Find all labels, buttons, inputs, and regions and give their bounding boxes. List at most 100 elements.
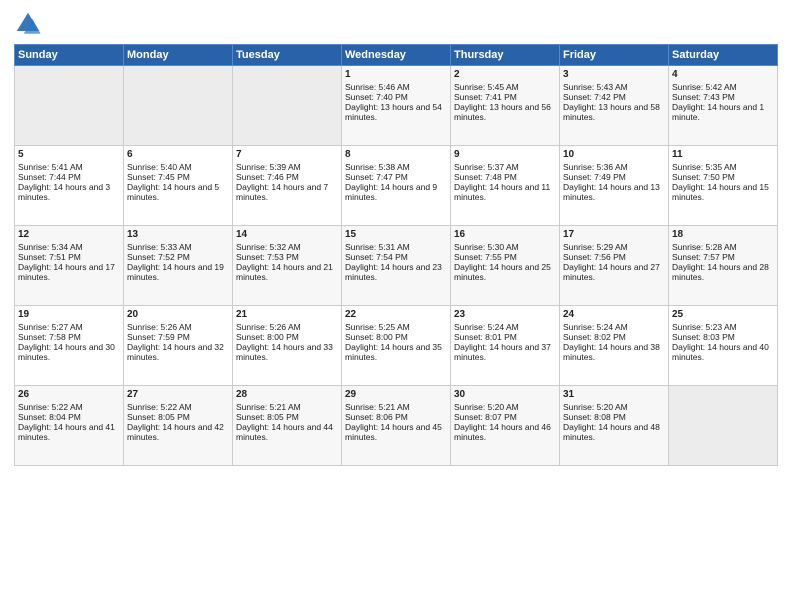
sunrise-text: Sunrise: 5:23 AM [672, 322, 774, 332]
week-row-5: 26Sunrise: 5:22 AMSunset: 8:04 PMDayligh… [15, 386, 778, 466]
day-cell: 14Sunrise: 5:32 AMSunset: 7:53 PMDayligh… [233, 226, 342, 306]
daylight-text: Daylight: 14 hours and 13 minutes. [563, 182, 665, 202]
day-number: 16 [454, 229, 556, 240]
sunset-text: Sunset: 7:50 PM [672, 172, 774, 182]
day-cell: 28 Sunrise: 5:21 AMSunset: 8:05 PMDayligh… [233, 386, 342, 466]
day-number: 28 [236, 389, 338, 400]
day-cell [124, 66, 233, 146]
daylight-text: Daylight: 13 hours and 54 minutes. [345, 102, 447, 122]
day-cell: 15Sunrise: 5:31 AMSunset: 7:54 PMDayligh… [342, 226, 451, 306]
calendar-page: SundayMondayTuesdayWednesdayThursdayFrid… [0, 0, 792, 612]
day-cell: 16Sunrise: 5:30 AMSunset: 7:55 PMDayligh… [451, 226, 560, 306]
day-number: 13 [127, 229, 229, 240]
sunset-text: Sunset: 8:05 PM [236, 412, 338, 422]
sunrise-text: Sunrise: 5:37 AM [454, 162, 556, 172]
sunset-text: Sunset: 8:00 PM [345, 332, 447, 342]
sunset-text: Sunset: 7:42 PM [563, 92, 665, 102]
daylight-text: Daylight: 14 hours and 25 minutes. [454, 262, 556, 282]
day-cell: 1Sunrise: 5:46 AMSunset: 7:40 PMDaylight… [342, 66, 451, 146]
sunset-text: Sunset: 8:06 PM [345, 412, 447, 422]
day-cell: 7Sunrise: 5:39 AMSunset: 7:46 PMDaylight… [233, 146, 342, 226]
day-number: 4 [672, 69, 774, 80]
day-cell: 11Sunrise: 5:35 AMSunset: 7:50 PMDayligh… [669, 146, 778, 226]
sunset-text: Sunset: 7:47 PM [345, 172, 447, 182]
sunrise-text: Sunrise: 5:24 AM [454, 322, 556, 332]
week-row-3: 12Sunrise: 5:34 AMSunset: 7:51 PMDayligh… [15, 226, 778, 306]
sunrise-text: Sunrise: 5:21 AM [236, 402, 338, 412]
sunrise-text: Sunrise: 5:28 AM [672, 242, 774, 252]
day-number: 2 [454, 69, 556, 80]
sunset-text: Sunset: 7:44 PM [18, 172, 120, 182]
sunrise-text: Sunrise: 5:29 AM [563, 242, 665, 252]
daylight-text: Daylight: 14 hours and 30 minutes. [18, 342, 120, 362]
day-cell: 5Sunrise: 5:41 AMSunset: 7:44 PMDaylight… [15, 146, 124, 226]
calendar-header: SundayMondayTuesdayWednesdayThursdayFrid… [15, 45, 778, 66]
day-number: 21 [236, 309, 338, 320]
sunset-text: Sunset: 8:01 PM [454, 332, 556, 342]
daylight-text: Daylight: 14 hours and 33 minutes. [236, 342, 338, 362]
day-cell: 6Sunrise: 5:40 AMSunset: 7:45 PMDaylight… [124, 146, 233, 226]
day-number: 12 [18, 229, 120, 240]
sunset-text: Sunset: 7:54 PM [345, 252, 447, 262]
sunset-text: Sunset: 7:53 PM [236, 252, 338, 262]
sunrise-text: Sunrise: 5:35 AM [672, 162, 774, 172]
day-number: 29 [345, 389, 447, 400]
day-cell: 10 Sunrise: 5:36 AMSunset: 7:49 PMDayligh… [560, 146, 669, 226]
day-cell: 2Sunrise: 5:45 AMSunset: 7:41 PMDaylight… [451, 66, 560, 146]
daylight-text: Daylight: 14 hours and 46 minutes. [454, 422, 556, 442]
header-cell-friday: Friday [560, 45, 669, 66]
sunset-text: Sunset: 7:46 PM [236, 172, 338, 182]
day-cell [15, 66, 124, 146]
daylight-text: Daylight: 14 hours and 38 minutes. [563, 342, 665, 362]
sunset-text: Sunset: 7:56 PM [563, 252, 665, 262]
daylight-text: Daylight: 14 hours and 5 minutes. [127, 182, 229, 202]
daylight-text: Daylight: 14 hours and 32 minutes. [127, 342, 229, 362]
sunrise-text: Sunrise: 5:36 AM [563, 162, 665, 172]
day-number: 31 [563, 389, 665, 400]
sunrise-text: Sunrise: 5:31 AM [345, 242, 447, 252]
header-cell-tuesday: Tuesday [233, 45, 342, 66]
day-cell: 30Sunrise: 5:20 AMSunset: 8:07 PMDayligh… [451, 386, 560, 466]
sunrise-text: Sunrise: 5:30 AM [454, 242, 556, 252]
sunset-text: Sunset: 7:58 PM [18, 332, 120, 342]
day-number: 17 [563, 229, 665, 240]
sunrise-text: Sunrise: 5:27 AM [18, 322, 120, 332]
day-cell: 31Sunrise: 5:20 AMSunset: 8:08 PMDayligh… [560, 386, 669, 466]
day-number: 3 [563, 69, 665, 80]
daylight-text: Daylight: 14 hours and 19 minutes. [127, 262, 229, 282]
daylight-text: Daylight: 14 hours and 44 minutes. [236, 422, 338, 442]
header-cell-saturday: Saturday [669, 45, 778, 66]
daylight-text: Daylight: 14 hours and 17 minutes. [18, 262, 120, 282]
daylight-text: Daylight: 14 hours and 3 minutes. [18, 182, 120, 202]
sunset-text: Sunset: 8:02 PM [563, 332, 665, 342]
day-cell: 29Sunrise: 5:21 AMSunset: 8:06 PMDayligh… [342, 386, 451, 466]
daylight-text: Daylight: 13 hours and 58 minutes. [563, 102, 665, 122]
day-number: 10 [563, 149, 665, 160]
sunrise-text: Sunrise: 5:26 AM [236, 322, 338, 332]
sunset-text: Sunset: 8:04 PM [18, 412, 120, 422]
day-number: 14 [236, 229, 338, 240]
day-number: 6 [127, 149, 229, 160]
header-cell-wednesday: Wednesday [342, 45, 451, 66]
sunset-text: Sunset: 8:05 PM [127, 412, 229, 422]
day-cell: 9Sunrise: 5:37 AMSunset: 7:48 PMDaylight… [451, 146, 560, 226]
day-cell: 24Sunrise: 5:24 AMSunset: 8:02 PMDayligh… [560, 306, 669, 386]
sunset-text: Sunset: 7:57 PM [672, 252, 774, 262]
day-cell: 13Sunrise: 5:33 AMSunset: 7:52 PMDayligh… [124, 226, 233, 306]
day-cell: 18Sunrise: 5:28 AMSunset: 7:57 PMDayligh… [669, 226, 778, 306]
daylight-text: Daylight: 14 hours and 15 minutes. [672, 182, 774, 202]
sunset-text: Sunset: 7:43 PM [672, 92, 774, 102]
daylight-text: Daylight: 14 hours and 11 minutes. [454, 182, 556, 202]
day-cell: 27Sunrise: 5:22 AMSunset: 8:05 PMDayligh… [124, 386, 233, 466]
day-number: 18 [672, 229, 774, 240]
week-row-2: 5Sunrise: 5:41 AMSunset: 7:44 PMDaylight… [15, 146, 778, 226]
daylight-text: Daylight: 14 hours and 21 minutes. [236, 262, 338, 282]
header-cell-sunday: Sunday [15, 45, 124, 66]
sunrise-text: Sunrise: 5:25 AM [345, 322, 447, 332]
daylight-text: Daylight: 14 hours and 48 minutes. [563, 422, 665, 442]
sunrise-text: Sunrise: 5:38 AM [345, 162, 447, 172]
day-number: 25 [672, 309, 774, 320]
calendar-body: 1Sunrise: 5:46 AMSunset: 7:40 PMDaylight… [15, 66, 778, 466]
sunset-text: Sunset: 7:49 PM [563, 172, 665, 182]
day-number: 30 [454, 389, 556, 400]
